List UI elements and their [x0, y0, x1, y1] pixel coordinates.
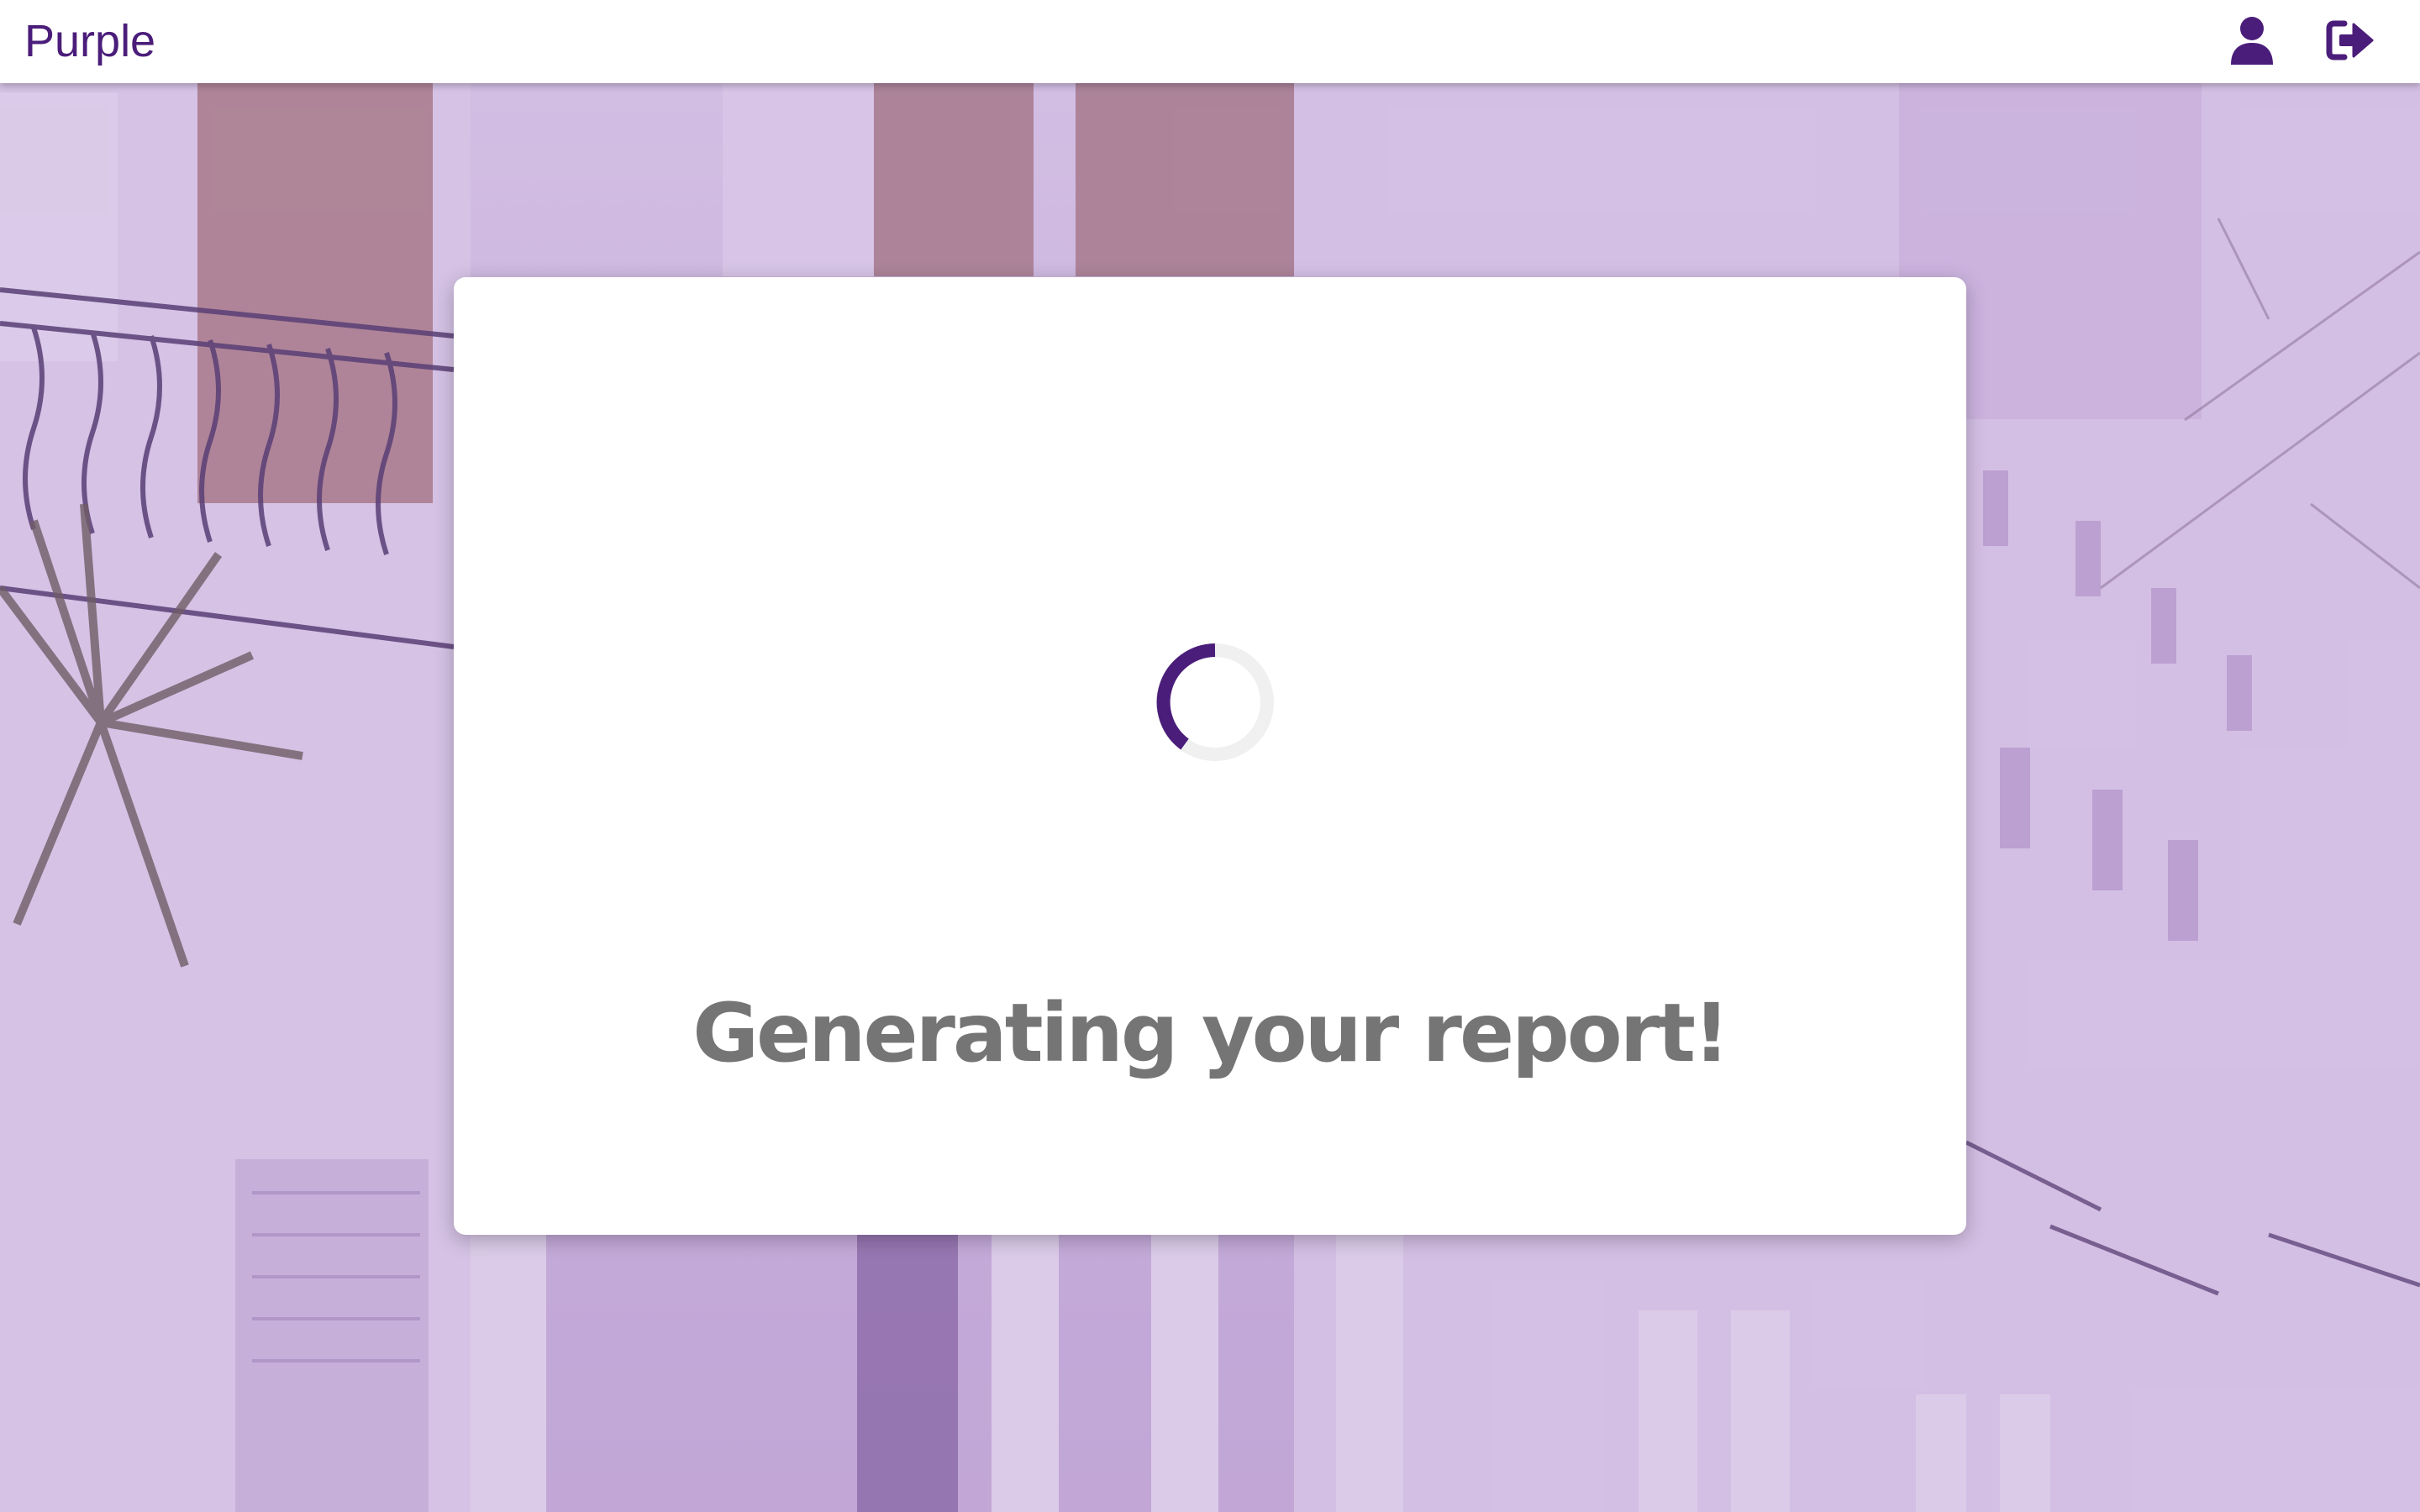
loading-message: Generating your report! — [692, 986, 1730, 1080]
app-brand[interactable]: Purple — [24, 15, 155, 67]
report-loading-dialog: Generating your report! — [454, 277, 1966, 1235]
app-header: Purple — [0, 0, 2420, 83]
loading-spinner — [1156, 643, 1274, 761]
logout-icon — [2326, 20, 2375, 65]
user-icon — [2229, 16, 2275, 69]
user-profile-button[interactable] — [2225, 15, 2279, 69]
logout-button[interactable] — [2323, 15, 2377, 69]
